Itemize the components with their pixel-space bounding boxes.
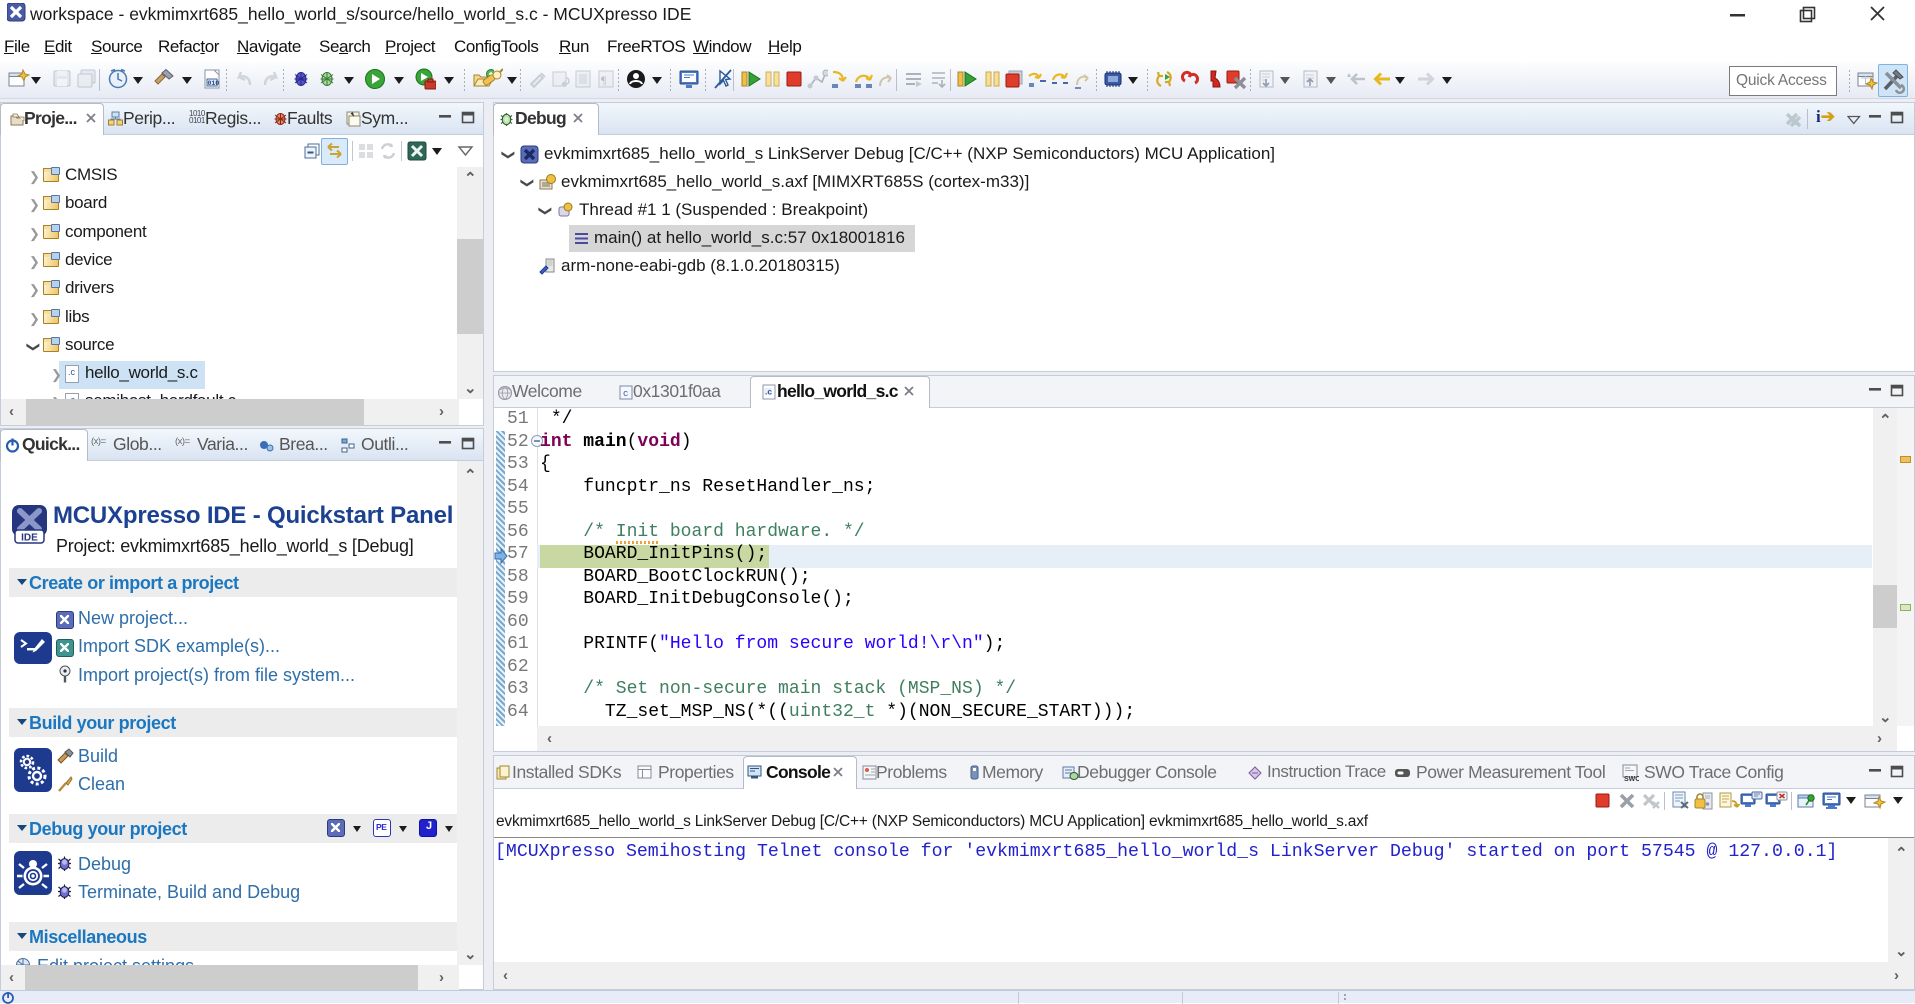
svg-text:c: c xyxy=(623,389,628,399)
svg-text:IDE: IDE xyxy=(21,533,38,544)
svg-text:¶: ¶ xyxy=(601,73,607,87)
svg-text:.c: .c xyxy=(765,387,772,397)
svg-text:010: 010 xyxy=(208,80,220,87)
svg-text:SWO: SWO xyxy=(1624,776,1639,782)
